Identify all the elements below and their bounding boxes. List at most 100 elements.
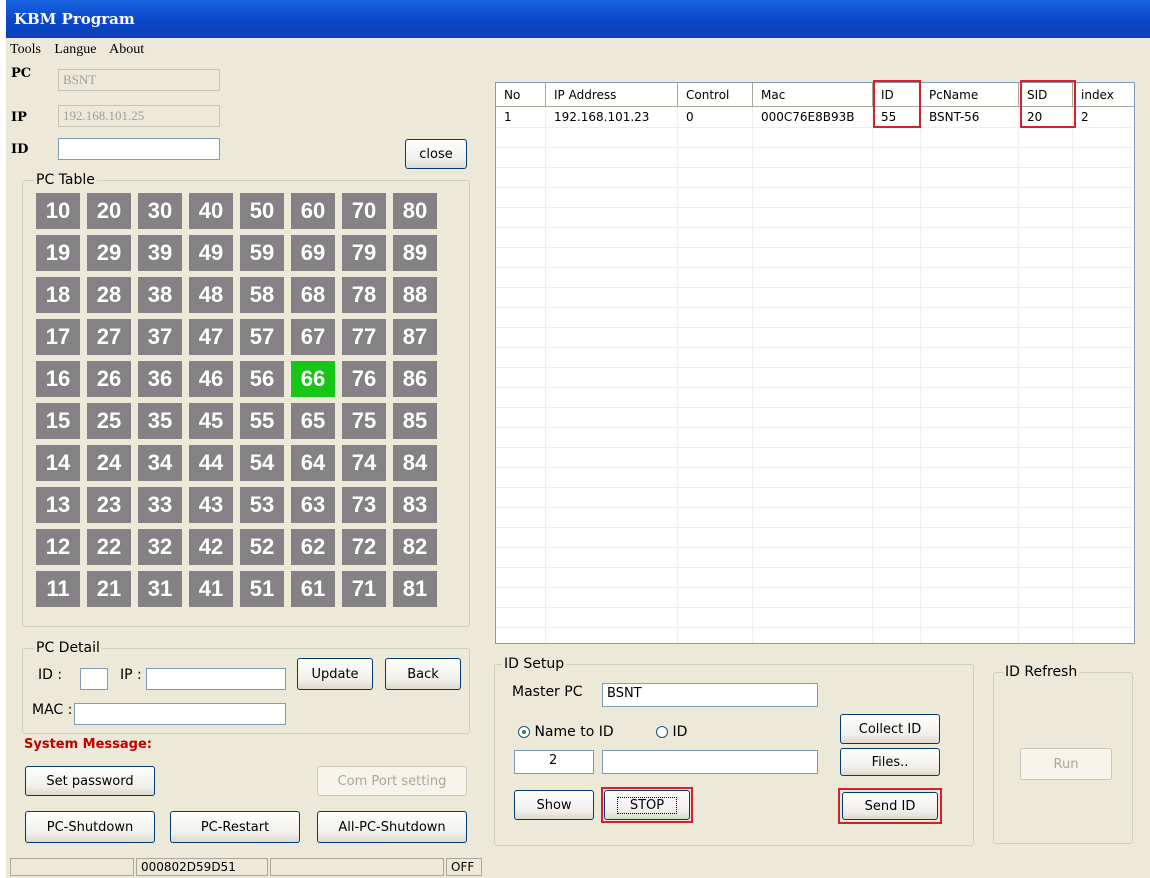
pc-cell-14[interactable]: 14 [36,445,80,481]
update-button[interactable]: Update [297,658,373,690]
pc-cell-63[interactable]: 63 [291,487,335,523]
pc-cell-18[interactable]: 18 [36,277,80,313]
pc-cell-23[interactable]: 23 [87,487,131,523]
column-header[interactable]: index [1073,83,1134,107]
com-port-setting-button[interactable]: Com Port setting [317,766,467,796]
ip-field[interactable]: 192.168.101.25 [58,105,220,127]
pc-cell-66[interactable]: 66 [291,361,335,397]
pc-cell-55[interactable]: 55 [240,403,284,439]
pc-cell-34[interactable]: 34 [138,445,182,481]
pc-cell-33[interactable]: 33 [138,487,182,523]
detail-id-field[interactable] [80,668,108,690]
pc-cell-79[interactable]: 79 [342,235,386,271]
column-header[interactable]: PcName [921,83,1019,107]
pc-cell-82[interactable]: 82 [393,529,437,565]
pc-cell-12[interactable]: 12 [36,529,80,565]
pc-cell-85[interactable]: 85 [393,403,437,439]
pc-cell-24[interactable]: 24 [87,445,131,481]
send-id-button[interactable]: Send ID [842,792,938,820]
master-pc-field[interactable]: BSNT [602,683,818,707]
detail-ip-field[interactable] [146,668,286,690]
pc-cell-49[interactable]: 49 [189,235,233,271]
pc-cell-53[interactable]: 53 [240,487,284,523]
pc-cell-84[interactable]: 84 [393,445,437,481]
pc-cell-22[interactable]: 22 [87,529,131,565]
column-header[interactable]: IP Address [546,83,678,107]
pc-cell-57[interactable]: 57 [240,319,284,355]
pc-cell-40[interactable]: 40 [189,193,233,229]
pc-cell-80[interactable]: 80 [393,193,437,229]
pc-cell-25[interactable]: 25 [87,403,131,439]
pc-cell-60[interactable]: 60 [291,193,335,229]
column-header[interactable]: SID [1019,83,1073,107]
pc-cell-47[interactable]: 47 [189,319,233,355]
pc-cell-19[interactable]: 19 [36,235,80,271]
pc-cell-70[interactable]: 70 [342,193,386,229]
radio-id[interactable]: ID [656,724,687,740]
menu-tools[interactable]: Tools [10,42,41,57]
pc-cell-10[interactable]: 10 [36,193,80,229]
pc-cell-54[interactable]: 54 [240,445,284,481]
back-button[interactable]: Back [385,658,461,690]
pc-cell-87[interactable]: 87 [393,319,437,355]
pc-restart-button[interactable]: PC-Restart [170,811,300,843]
pc-cell-41[interactable]: 41 [189,571,233,607]
radio-id-indicator[interactable] [656,726,668,738]
pc-cell-21[interactable]: 21 [87,571,131,607]
pc-cell-37[interactable]: 37 [138,319,182,355]
close-button[interactable]: close [405,139,467,169]
pc-cell-83[interactable]: 83 [393,487,437,523]
pc-cell-62[interactable]: 62 [291,529,335,565]
pc-cell-64[interactable]: 64 [291,445,335,481]
set-password-button[interactable]: Set password [25,766,155,796]
pc-cell-50[interactable]: 50 [240,193,284,229]
pc-cell-56[interactable]: 56 [240,361,284,397]
run-button[interactable]: Run [1020,748,1112,780]
pc-cell-75[interactable]: 75 [342,403,386,439]
pc-cell-20[interactable]: 20 [87,193,131,229]
pc-cell-71[interactable]: 71 [342,571,386,607]
pc-cell-58[interactable]: 58 [240,277,284,313]
pc-cell-89[interactable]: 89 [393,235,437,271]
pc-cell-68[interactable]: 68 [291,277,335,313]
pc-cell-51[interactable]: 51 [240,571,284,607]
pc-cell-88[interactable]: 88 [393,277,437,313]
show-button[interactable]: Show [514,790,594,820]
pc-cell-59[interactable]: 59 [240,235,284,271]
column-header[interactable]: Mac [753,83,873,107]
pc-cell-30[interactable]: 30 [138,193,182,229]
pc-cell-27[interactable]: 27 [87,319,131,355]
pc-list-table[interactable]: No IP Address Control Mac ID PcName SID index 1… [495,82,1135,644]
all-pc-shutdown-button[interactable]: All-PC-Shutdown [317,811,467,843]
pc-cell-65[interactable]: 65 [291,403,335,439]
pc-field[interactable]: BSNT [58,69,220,91]
menu-langue[interactable]: Langue [54,42,96,57]
pc-cell-48[interactable]: 48 [189,277,233,313]
pc-cell-46[interactable]: 46 [189,361,233,397]
pc-cell-44[interactable]: 44 [189,445,233,481]
column-header[interactable]: No [496,83,546,107]
id-text-field[interactable] [602,750,818,774]
pc-cell-77[interactable]: 77 [342,319,386,355]
pc-cell-52[interactable]: 52 [240,529,284,565]
id-field[interactable] [58,138,220,160]
id-number-field[interactable]: 2 [514,750,594,774]
pc-cell-16[interactable]: 16 [36,361,80,397]
pc-cell-69[interactable]: 69 [291,235,335,271]
pc-cell-36[interactable]: 36 [138,361,182,397]
pc-cell-86[interactable]: 86 [393,361,437,397]
pc-cell-39[interactable]: 39 [138,235,182,271]
pc-shutdown-button[interactable]: PC-Shutdown [25,811,155,843]
pc-cell-81[interactable]: 81 [393,571,437,607]
pc-cell-15[interactable]: 15 [36,403,80,439]
pc-cell-38[interactable]: 38 [138,277,182,313]
collect-id-button[interactable]: Collect ID [840,714,940,744]
pc-cell-42[interactable]: 42 [189,529,233,565]
pc-cell-67[interactable]: 67 [291,319,335,355]
pc-cell-32[interactable]: 32 [138,529,182,565]
files-button[interactable]: Files.. [840,748,940,776]
pc-cell-26[interactable]: 26 [87,361,131,397]
table-row[interactable]: 1 192.168.101.23 0 000C76E8B93B 55 BSNT-56 20 2 [496,107,1134,127]
detail-mac-field[interactable] [74,703,286,725]
column-header[interactable]: ID [873,83,921,107]
